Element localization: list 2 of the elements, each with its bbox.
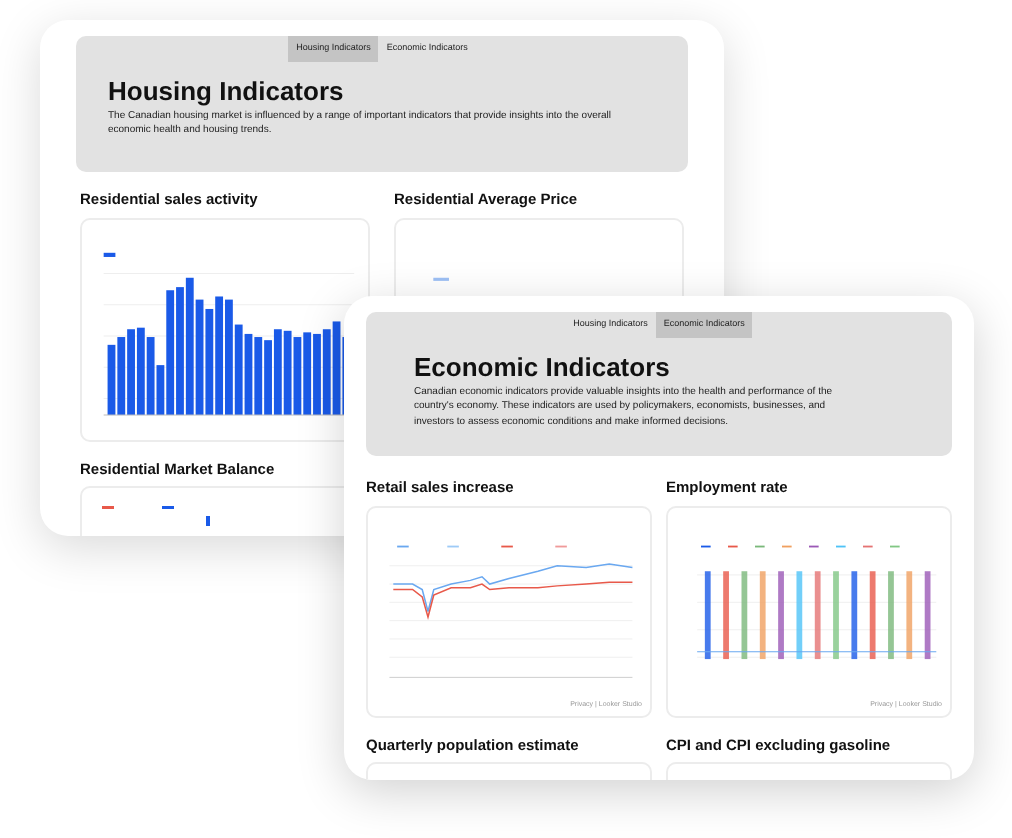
page-heading: Economic Indicators	[414, 353, 672, 379]
page-heading: Housing Indicators	[108, 77, 346, 103]
